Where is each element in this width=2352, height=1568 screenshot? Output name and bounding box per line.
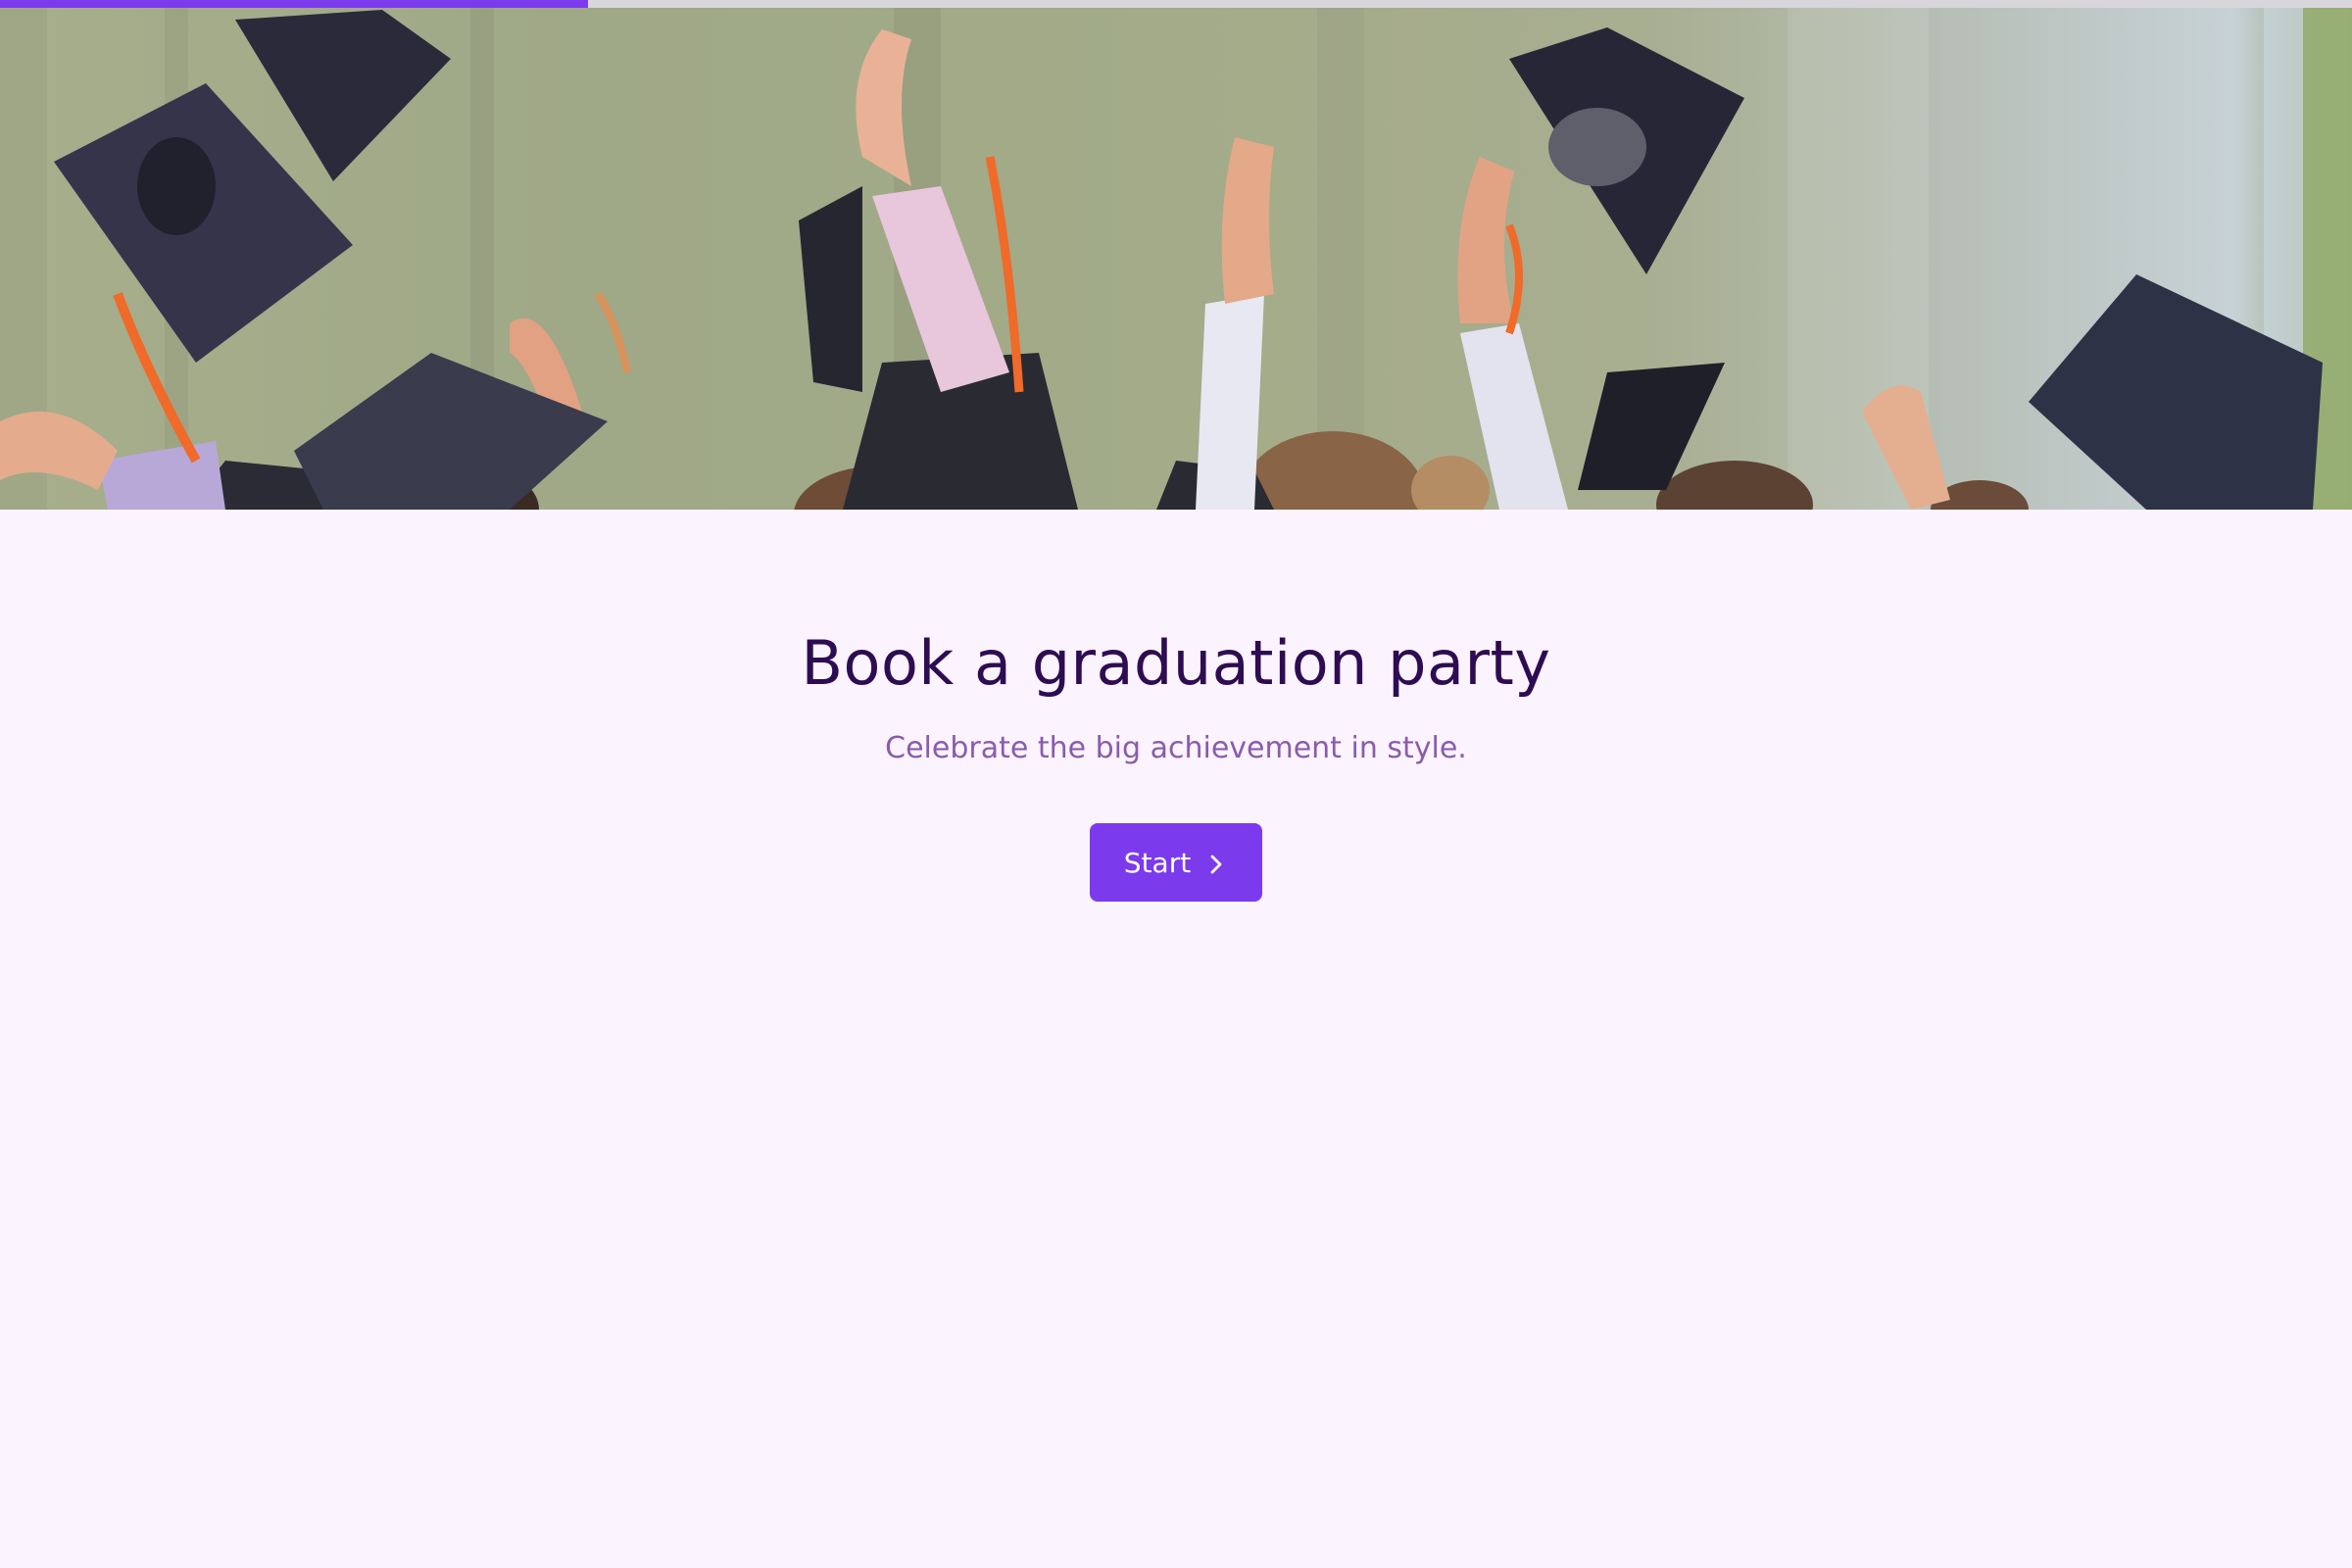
start-button[interactable]: Start — [1090, 823, 1262, 902]
hero-image — [0, 0, 2352, 510]
page-title: Book a graduation party — [801, 627, 1551, 699]
page-subtitle: Celebrate the big achievement in style. — [885, 731, 1467, 765]
graduation-caps-illustration — [0, 0, 2352, 510]
progress-bar — [0, 0, 2352, 8]
progress-bar-fill — [0, 0, 588, 8]
start-button-label: Start — [1123, 846, 1192, 879]
chevron-right-icon — [1204, 851, 1228, 874]
page: Book a graduation party Celebrate the bi… — [0, 0, 2352, 1568]
